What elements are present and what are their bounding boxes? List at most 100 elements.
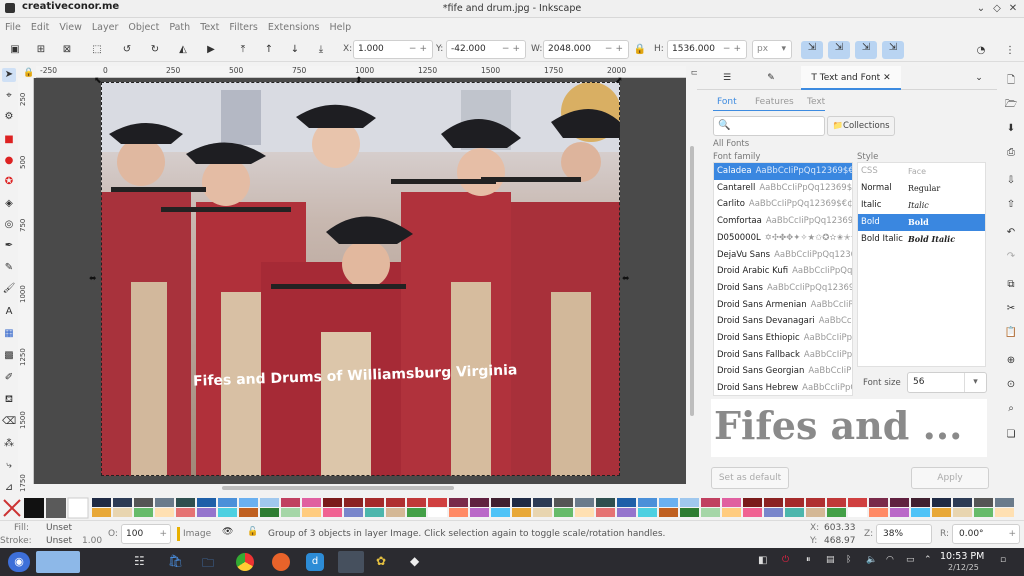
tweak-tool-icon[interactable]: ⚙ bbox=[2, 110, 16, 124]
canvas-image[interactable]: Fifes and Drums of Williamsburg Virginia bbox=[101, 82, 620, 476]
color-swatch[interactable] bbox=[260, 498, 279, 507]
collections-button[interactable]: 📁Collections bbox=[827, 116, 895, 136]
color-swatch[interactable] bbox=[806, 508, 825, 517]
zoom-selection-icon[interactable]: ⊕ bbox=[1004, 354, 1018, 368]
scale-handle[interactable]: ⬌ bbox=[89, 274, 97, 284]
color-swatch[interactable] bbox=[428, 498, 447, 507]
fill-stroke-tab-icon[interactable]: ✎ bbox=[759, 66, 783, 90]
color-swatch[interactable] bbox=[218, 508, 237, 517]
scale-stroke-icon[interactable]: ⇲ bbox=[801, 41, 823, 59]
snap-toggle-icon[interactable]: ◔ bbox=[974, 44, 988, 58]
battery-icon[interactable]: ▭ bbox=[906, 555, 915, 565]
show-desktop-icon[interactable]: ▫ bbox=[1000, 555, 1006, 565]
copy-icon[interactable]: ⧉ bbox=[1004, 278, 1018, 292]
font-row[interactable]: Droid Sans ArmenianAaBbCcIiPp bbox=[714, 297, 852, 314]
font-row-selected[interactable]: CaladeaAaBbCcIiPpQq12369$€¢?.;/() bbox=[714, 163, 852, 180]
volume-icon[interactable]: 🔈 bbox=[866, 555, 877, 565]
font-row[interactable]: Droid Sans FallbackAaBbCcIiPpQ bbox=[714, 347, 852, 364]
opacity-input[interactable]: 100 + bbox=[121, 524, 171, 544]
cut-icon[interactable]: ✂ bbox=[1004, 302, 1018, 316]
select-all-layers-icon[interactable]: ⊞ bbox=[34, 43, 48, 57]
font-style-list[interactable]: CSS Face Normal Regular Italic Italic Bold B… bbox=[857, 162, 986, 367]
mesh-tool-icon[interactable]: ▩ bbox=[2, 349, 16, 363]
color-swatch[interactable] bbox=[596, 498, 615, 507]
vscroll-thumb[interactable] bbox=[690, 146, 694, 416]
color-swatch[interactable] bbox=[869, 508, 888, 517]
color-swatch[interactable] bbox=[260, 508, 279, 517]
inkscape-icon[interactable]: ◆ bbox=[410, 554, 419, 568]
color-swatch[interactable] bbox=[323, 508, 342, 517]
color-swatch[interactable] bbox=[113, 508, 132, 517]
menu-file[interactable]: File bbox=[0, 19, 26, 33]
color-swatch[interactable] bbox=[323, 498, 342, 507]
horizontal-scrollbar[interactable] bbox=[34, 484, 686, 492]
color-swatch[interactable] bbox=[281, 498, 300, 507]
touch-select-icon[interactable]: ⬚ bbox=[90, 43, 104, 57]
flip-vertical-icon[interactable]: ▶ bbox=[204, 43, 218, 57]
color-swatch[interactable] bbox=[134, 498, 153, 507]
measure-tool-icon[interactable]: ⊿ bbox=[2, 481, 16, 495]
color-swatch[interactable] bbox=[785, 508, 804, 517]
hscroll-thumb[interactable] bbox=[222, 486, 454, 490]
selector-tool-icon[interactable]: ➤ bbox=[2, 68, 16, 82]
color-swatch[interactable] bbox=[890, 508, 909, 517]
style-row[interactable]: Normal Regular bbox=[858, 180, 986, 197]
color-swatch[interactable] bbox=[386, 508, 405, 517]
star-tool-icon[interactable]: ✪ bbox=[2, 175, 16, 189]
color-swatch[interactable] bbox=[344, 508, 363, 517]
w-input[interactable]: 2048.000 −+ bbox=[543, 40, 629, 59]
zoom-drawing-icon[interactable]: ⊙ bbox=[1004, 378, 1018, 392]
color-swatch[interactable] bbox=[953, 498, 972, 507]
start-menu-icon[interactable]: ◉ bbox=[8, 552, 30, 572]
color-swatch[interactable] bbox=[596, 508, 615, 517]
gimp-icon[interactable]: ✿ bbox=[376, 554, 386, 568]
scale-corners-icon[interactable]: ⇲ bbox=[828, 41, 850, 59]
minimize-icon[interactable]: ⌄ bbox=[974, 2, 988, 16]
color-swatch[interactable] bbox=[470, 498, 489, 507]
color-swatch[interactable] bbox=[638, 498, 657, 507]
tab-text-and-font[interactable]: T Text and Font ✕ bbox=[801, 66, 901, 90]
color-swatch[interactable] bbox=[974, 498, 993, 507]
color-swatch[interactable] bbox=[365, 498, 384, 507]
calligraphy-tool-icon[interactable]: 🖌 bbox=[2, 282, 16, 296]
node-tool-icon[interactable]: ⌖ bbox=[2, 89, 16, 103]
undo-icon[interactable]: ↶ bbox=[1004, 226, 1018, 240]
select-all-icon[interactable]: ▣ bbox=[8, 43, 22, 57]
font-size-combo[interactable]: 56 ▾ bbox=[907, 372, 987, 393]
chevron-down-icon[interactable]: ▾ bbox=[964, 373, 986, 392]
color-swatch[interactable] bbox=[701, 508, 720, 517]
menu-edit[interactable]: Edit bbox=[26, 19, 54, 33]
duplicate-icon[interactable]: ❏ bbox=[1004, 428, 1018, 442]
font-row[interactable]: Droid Sans DevanagariAaBbCcIiP bbox=[714, 313, 852, 330]
scale-handle[interactable]: ⬍ bbox=[355, 76, 363, 86]
color-swatch[interactable] bbox=[554, 508, 573, 517]
vertical-scrollbar[interactable] bbox=[687, 66, 697, 492]
color-swatch[interactable] bbox=[785, 498, 804, 507]
scale-handle[interactable]: ⬈ bbox=[615, 76, 623, 86]
color-swatch[interactable] bbox=[449, 508, 468, 517]
palette-swatches[interactable] bbox=[0, 496, 1024, 520]
wifi-icon[interactable]: ◠ bbox=[886, 555, 894, 565]
color-swatch[interactable] bbox=[743, 508, 762, 517]
color-swatch[interactable] bbox=[176, 498, 195, 507]
style-row[interactable]: Bold Italic Bold Italic bbox=[858, 231, 986, 248]
color-swatch[interactable] bbox=[428, 508, 447, 517]
color-swatch[interactable] bbox=[197, 508, 216, 517]
color-swatch[interactable] bbox=[155, 498, 174, 507]
font-row[interactable]: Droid Sans Georgian AaBbCcIiPp bbox=[714, 363, 852, 380]
paste-icon[interactable]: 📋 bbox=[1004, 326, 1018, 340]
font-row[interactable]: Droid Sans Hebrew AaBbCcIiPpQ bbox=[714, 380, 852, 395]
menu-text[interactable]: Text bbox=[195, 19, 224, 33]
color-swatch[interactable] bbox=[575, 508, 594, 517]
color-swatch[interactable] bbox=[575, 498, 594, 507]
color-swatch[interactable] bbox=[281, 508, 300, 517]
discover-icon[interactable]: d bbox=[306, 553, 324, 571]
color-swatch[interactable] bbox=[617, 508, 636, 517]
open-file-icon[interactable]: 🗁 bbox=[1004, 98, 1018, 112]
color-swatch[interactable] bbox=[302, 508, 321, 517]
pencil-tool-icon[interactable]: ✎ bbox=[2, 261, 16, 275]
new-document-icon[interactable]: 🗋 bbox=[1004, 74, 1018, 88]
apply-button[interactable]: Apply bbox=[911, 467, 989, 489]
pen-tool-icon[interactable]: ✒ bbox=[2, 239, 16, 253]
clock-time[interactable]: 10:53 PM bbox=[940, 551, 984, 562]
